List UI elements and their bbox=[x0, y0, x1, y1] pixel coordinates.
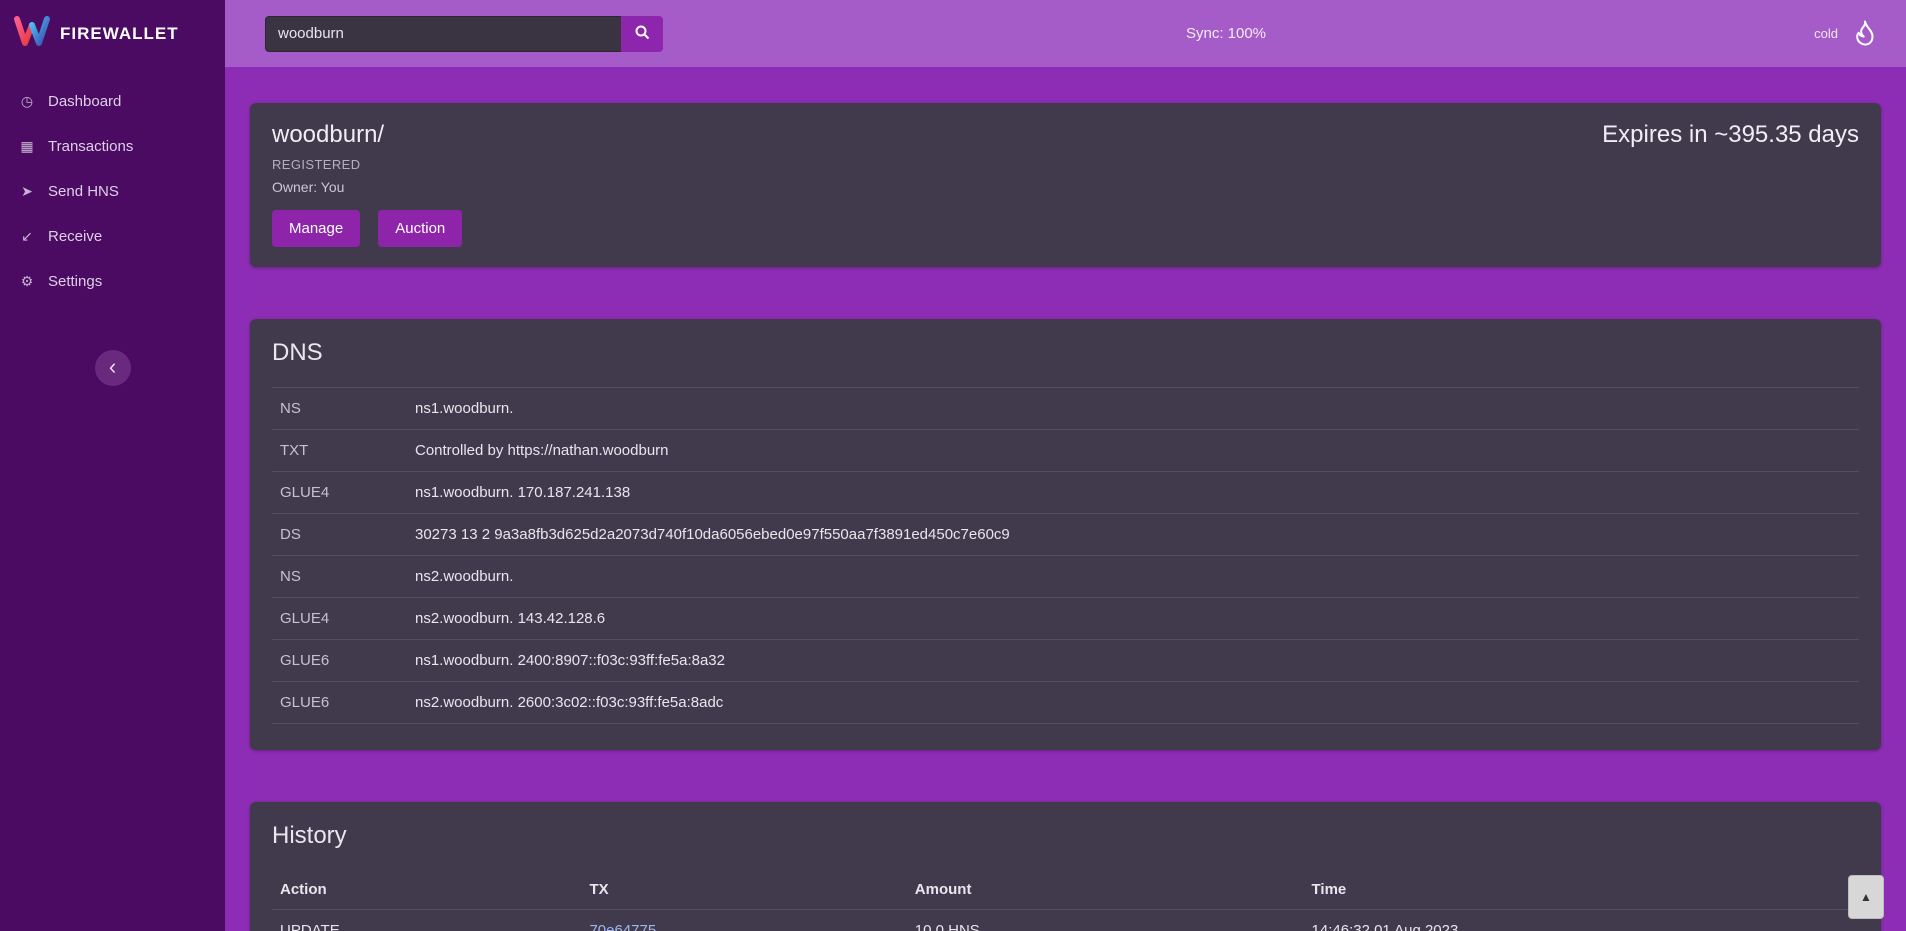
history-action: UPDATE bbox=[272, 910, 581, 931]
domain-name: woodburn/ bbox=[272, 121, 384, 149]
sidebar-item-label: Transactions bbox=[48, 138, 133, 155]
sidebar-item-label: Send HNS bbox=[48, 183, 119, 200]
dns-card: DNS NS ns1.woodburn. TXT Controlled by h… bbox=[250, 319, 1881, 750]
brand-link[interactable]: FIREWALLET bbox=[0, 0, 225, 67]
history-col-amount: Amount bbox=[907, 870, 1304, 910]
wallet-group: cold bbox=[1814, 19, 1880, 49]
auction-button[interactable]: Auction bbox=[378, 210, 462, 247]
dns-record-type: GLUE4 bbox=[272, 472, 407, 514]
dns-record-value: Controlled by https://nathan.woodburn bbox=[407, 430, 1859, 472]
domain-card: woodburn/ Expires in ~395.35 days REGIST… bbox=[250, 103, 1881, 267]
sidebar-item-transactions[interactable]: ▦ Transactions bbox=[0, 124, 225, 169]
dns-record-row: NS ns1.woodburn. bbox=[272, 388, 1859, 430]
dns-title: DNS bbox=[272, 339, 1859, 367]
dns-record-type: NS bbox=[272, 556, 407, 598]
history-amount: 10.0 HNS bbox=[907, 910, 1304, 931]
sidebar-nav: ◷ Dashboard ▦ Transactions ➤ Send HNS ↙ … bbox=[0, 67, 225, 304]
history-header-row: Action TX Amount Time bbox=[272, 870, 1859, 910]
chevron-left-icon: ‹ bbox=[109, 356, 116, 378]
dns-record-row: NS ns2.woodburn. bbox=[272, 556, 1859, 598]
dns-record-value: ns1.woodburn. 170.187.241.138 bbox=[407, 472, 1859, 514]
domain-status-badge: REGISTERED bbox=[272, 157, 1859, 172]
dns-record-type: GLUE6 bbox=[272, 682, 407, 724]
dns-record-value: ns2.woodburn. 2600:3c02::f03c:93ff:fe5a:… bbox=[407, 682, 1859, 724]
dns-record-type: NS bbox=[272, 388, 407, 430]
history-col-action: Action bbox=[272, 870, 581, 910]
content-column: Sync: 100% cold woodburn/ Expires in ~39… bbox=[225, 0, 1906, 931]
caret-up-icon: ▲ bbox=[1860, 890, 1872, 904]
dns-record-value: ns1.woodburn. 2400:8907::f03c:93ff:fe5a:… bbox=[407, 640, 1859, 682]
search-box bbox=[265, 16, 663, 52]
dns-record-value: ns1.woodburn. bbox=[407, 388, 1859, 430]
brand-name: FIREWALLET bbox=[60, 24, 179, 44]
send-icon: ➤ bbox=[17, 183, 37, 200]
dns-record-row: GLUE4 ns1.woodburn. 170.187.241.138 bbox=[272, 472, 1859, 514]
dns-record-type: GLUE4 bbox=[272, 598, 407, 640]
manage-button[interactable]: Manage bbox=[272, 210, 360, 247]
dns-record-row: DS 30273 13 2 9a3a8fb3d625d2a2073d740f10… bbox=[272, 514, 1859, 556]
dns-record-row: GLUE6 ns1.woodburn. 2400:8907::f03c:93ff… bbox=[272, 640, 1859, 682]
dns-record-type: GLUE6 bbox=[272, 640, 407, 682]
sidebar-item-label: Dashboard bbox=[48, 93, 121, 110]
search-input[interactable] bbox=[265, 16, 621, 52]
sidebar-item-receive[interactable]: ↙ Receive bbox=[0, 214, 225, 259]
dns-record-row: GLUE6 ns2.woodburn. 2600:3c02::f03c:93ff… bbox=[272, 682, 1859, 724]
scroll-to-top-button[interactable]: ▲ bbox=[1848, 875, 1884, 919]
sidebar-item-send-hns[interactable]: ➤ Send HNS bbox=[0, 169, 225, 214]
wallet-name-label: cold bbox=[1814, 26, 1838, 41]
history-row: UPDATE 70e64775... 10.0 HNS 14:46:32 01 … bbox=[272, 910, 1859, 931]
history-title: History bbox=[272, 822, 1859, 850]
dns-record-value: ns2.woodburn. 143.42.128.6 bbox=[407, 598, 1859, 640]
sidebar-item-label: Settings bbox=[48, 273, 102, 290]
wallet-flame-icon[interactable] bbox=[1850, 19, 1880, 49]
receive-icon: ↙ bbox=[17, 228, 37, 245]
topbar: Sync: 100% cold bbox=[225, 0, 1906, 67]
sidebar-item-label: Receive bbox=[48, 228, 102, 245]
transactions-icon: ▦ bbox=[17, 138, 37, 155]
dns-record-type: TXT bbox=[272, 430, 407, 472]
search-icon bbox=[634, 24, 650, 43]
dns-table: NS ns1.woodburn. TXT Controlled by https… bbox=[272, 387, 1859, 724]
dns-record-type: DS bbox=[272, 514, 407, 556]
domain-owner: Owner: You bbox=[272, 179, 1859, 195]
sidebar-collapse-button[interactable]: ‹ bbox=[95, 350, 131, 386]
sidebar: FIREWALLET ◷ Dashboard ▦ Transactions ➤ … bbox=[0, 0, 225, 931]
dashboard-icon: ◷ bbox=[17, 93, 37, 110]
dns-record-row: GLUE4 ns2.woodburn. 143.42.128.6 bbox=[272, 598, 1859, 640]
history-col-time: Time bbox=[1304, 870, 1859, 910]
sidebar-item-settings[interactable]: ⚙ Settings bbox=[0, 259, 225, 304]
firewallet-logo-icon bbox=[14, 16, 50, 51]
search-button[interactable] bbox=[621, 16, 663, 52]
main-content: woodburn/ Expires in ~395.35 days REGIST… bbox=[225, 67, 1906, 931]
history-col-tx: TX bbox=[581, 870, 906, 910]
gear-icon: ⚙ bbox=[17, 273, 37, 290]
dns-record-row: TXT Controlled by https://nathan.woodbur… bbox=[272, 430, 1859, 472]
sidebar-item-dashboard[interactable]: ◷ Dashboard bbox=[0, 79, 225, 124]
dns-record-value: 30273 13 2 9a3a8fb3d625d2a2073d740f10da6… bbox=[407, 514, 1859, 556]
domain-expiry: Expires in ~395.35 days bbox=[1602, 121, 1859, 149]
sync-status: Sync: 100% bbox=[1186, 25, 1266, 42]
history-table: Action TX Amount Time UPDATE 70e64775...… bbox=[272, 870, 1859, 931]
history-card: History Action TX Amount Time UPDATE bbox=[250, 802, 1881, 931]
tx-link[interactable]: 70e64775... bbox=[589, 922, 668, 931]
history-time: 14:46:32 01 Aug 2023 bbox=[1304, 910, 1859, 931]
dns-record-value: ns2.woodburn. bbox=[407, 556, 1859, 598]
